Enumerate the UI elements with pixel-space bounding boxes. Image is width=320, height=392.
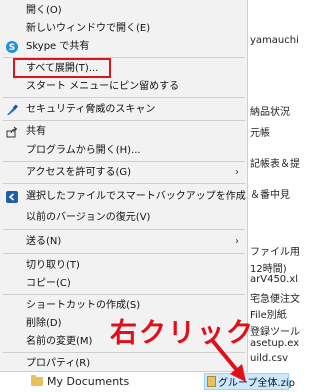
menu-separator — [3, 120, 245, 121]
chevron-right-icon: › — [235, 236, 239, 247]
file-name-fragment: 納品状況 — [250, 107, 290, 118]
file-name-fragment: ファイル用 — [250, 247, 300, 258]
menu-item-label: 以前のバージョンの復元(V) — [26, 212, 151, 223]
share-icon — [6, 126, 18, 138]
backup-icon — [6, 191, 18, 203]
defender-icon — [7, 104, 18, 115]
menu-item-label: 送る(N) — [26, 236, 62, 247]
menu-item-skype-share[interactable]: S Skype で共有 — [0, 37, 247, 57]
file-name-fragment: 記帳表＆提 — [250, 159, 300, 170]
menu-item-restore-versions[interactable]: 以前のバージョンの復元(V) — [0, 208, 247, 228]
menu-item-give-access[interactable]: アクセスを許可する(G) › — [0, 163, 247, 183]
file-name-fragment: 元帳 — [250, 128, 270, 139]
folder-label: My Documents — [47, 375, 130, 388]
menu-item-label: プログラムから開く(H)... — [26, 145, 141, 156]
menu-item-label: プロパティ(R) — [26, 358, 91, 369]
menu-item-send-to[interactable]: 送る(N) › — [0, 232, 247, 252]
menu-item-label: 新しいウィンドウで開く(E) — [26, 23, 151, 34]
menu-item-smart-backup[interactable]: 選択したファイルでスマートバックアップを作成 — [0, 187, 247, 207]
menu-separator — [3, 183, 245, 184]
file-name-fragment: yamauchi — [250, 35, 299, 46]
menu-item-open[interactable]: 開く(O) — [0, 1, 247, 21]
menu-item-label: 削除(D) — [26, 318, 62, 329]
menu-item-open-with[interactable]: プログラムから開く(H)... — [0, 141, 247, 161]
menu-item-label: 共有 — [26, 126, 46, 137]
menu-item-label: スタート メニューにピン留めする — [26, 81, 180, 92]
file-name-fragment: ＆番中見 — [250, 190, 290, 201]
menu-item-security-scan[interactable]: セキュリティ脅威のスキャン — [0, 100, 247, 120]
menu-item-label: コピー(C) — [26, 278, 71, 289]
menu-item-copy[interactable]: コピー(C) — [0, 274, 247, 294]
menu-separator — [3, 161, 245, 162]
menu-item-share[interactable]: 共有 — [0, 122, 247, 142]
menu-item-label: 名前の変更(M) — [26, 336, 93, 347]
menu-item-label: 切り取り(T) — [26, 260, 80, 271]
file-name-fragment: 宅急便注文 — [250, 294, 300, 305]
annotation-arrow-icon — [210, 338, 246, 382]
menu-item-label: Skype で共有 — [26, 41, 90, 52]
chevron-right-icon: › — [235, 167, 239, 178]
file-name-fragment: arV450.xl — [250, 274, 299, 285]
svg-text:S: S — [9, 43, 15, 53]
menu-separator — [3, 253, 245, 254]
menu-item-label: アクセスを許可する(G) — [26, 167, 132, 178]
menu-separator — [3, 229, 245, 230]
menu-item-pin-start[interactable]: スタート メニューにピン留めする — [0, 77, 247, 97]
menu-separator — [3, 97, 245, 98]
menu-separator — [3, 294, 245, 295]
extract-all-highlight — [13, 58, 111, 78]
menu-item-open-new-window[interactable]: 新しいウィンドウで開く(E) — [0, 19, 247, 39]
menu-item-cut[interactable]: 切り取り(T) — [0, 256, 247, 276]
file-name-fragment: File別紙 — [250, 310, 287, 321]
skype-icon: S — [6, 41, 18, 53]
file-name-fragment: 12時間) — [250, 264, 287, 275]
menu-item-label: セキュリティ脅威のスキャン — [26, 104, 156, 115]
menu-item-label: 開く(O) — [26, 5, 62, 16]
menu-item-label: 選択したファイルでスマートバックアップを作成 — [26, 191, 246, 202]
folder-icon — [31, 375, 43, 386]
